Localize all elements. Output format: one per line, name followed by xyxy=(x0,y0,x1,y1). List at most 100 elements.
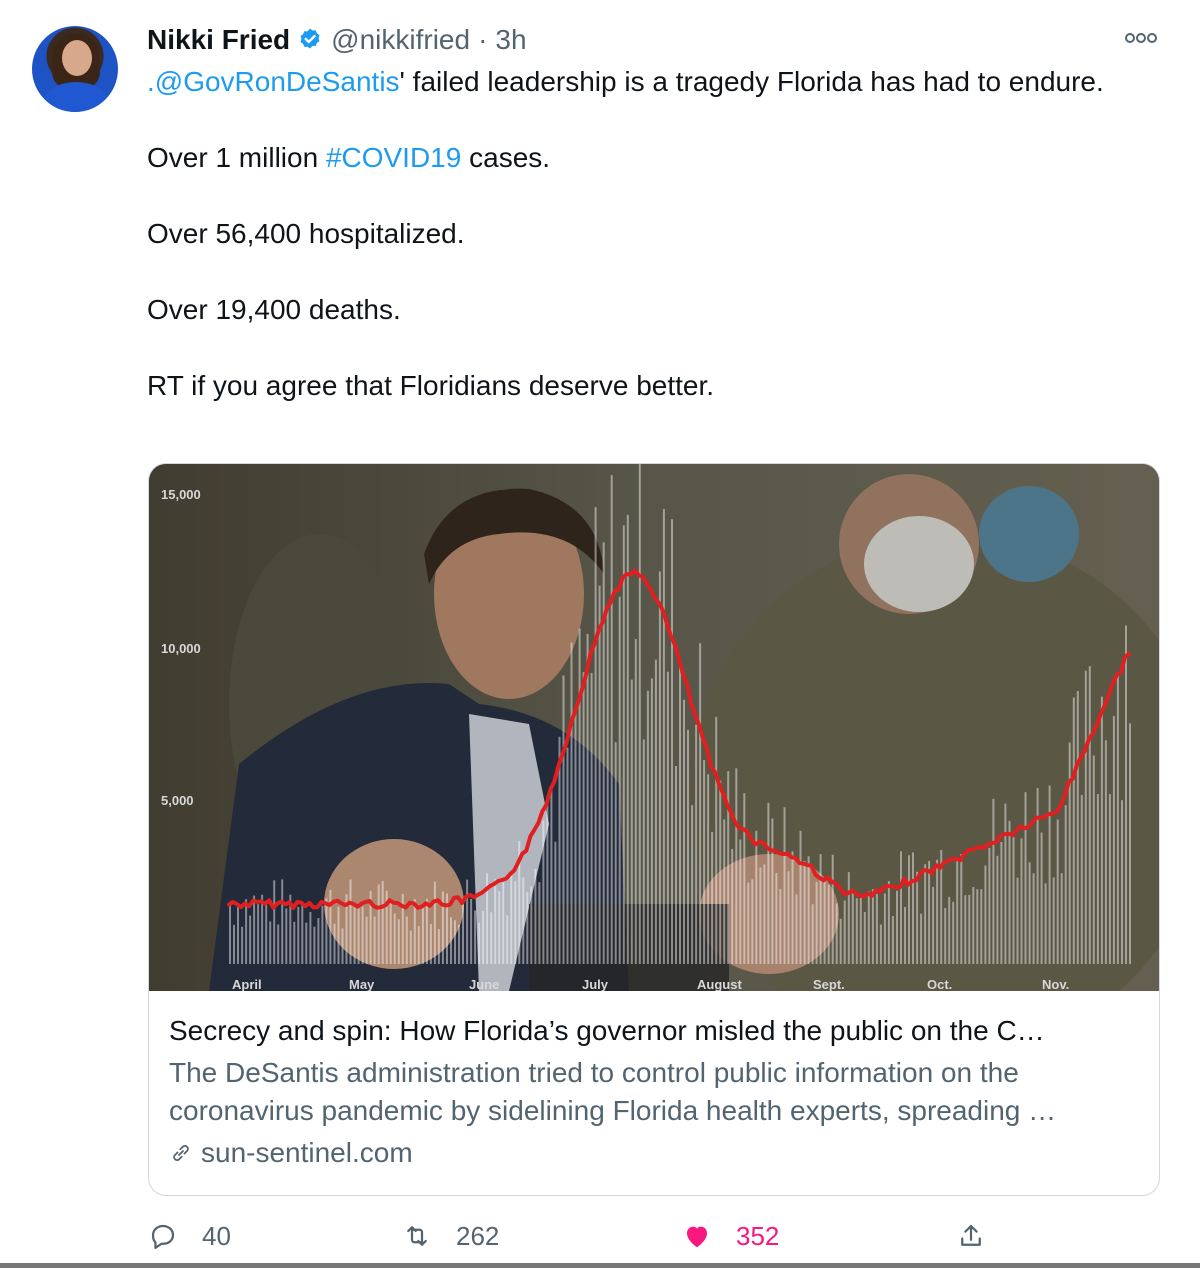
y-label-15000: 15,000 xyxy=(161,487,201,502)
chart-bar xyxy=(301,901,304,964)
chart-bar xyxy=(265,900,268,964)
chart-bar xyxy=(321,905,324,964)
chart-bar xyxy=(1008,820,1011,964)
link-card[interactable]: 15,000 10,000 5,000 April May June July … xyxy=(148,463,1160,1196)
chart-bar xyxy=(855,898,858,964)
display-name[interactable]: Nikki Fried xyxy=(147,24,290,56)
like-button[interactable]: 352 xyxy=(682,1210,779,1262)
tweet-line-2-prefix: Over 1 million xyxy=(147,142,326,173)
chart-bar xyxy=(450,917,452,964)
chart-bar xyxy=(1032,873,1035,964)
chart-bar xyxy=(924,864,927,964)
chart-bar xyxy=(932,886,935,964)
chart-bar xyxy=(827,884,830,964)
chart-bar xyxy=(534,868,537,964)
chart-bar xyxy=(1028,862,1031,964)
chart-bar xyxy=(498,891,501,964)
avatar-body xyxy=(44,82,108,112)
chart-bar xyxy=(325,898,328,964)
chart-bar xyxy=(879,924,882,964)
chart-bar xyxy=(779,888,782,964)
mention-link[interactable]: .@GovRonDeSantis xyxy=(147,66,400,97)
chart-bar xyxy=(675,766,677,964)
tweet-line-4: Over 19,400 deaths. xyxy=(147,294,401,325)
chart-bar xyxy=(948,896,951,964)
chart-bar xyxy=(871,889,874,964)
tweet[interactable]: Nikki Fried @nikkifried · 3h .@GovRonDeS… xyxy=(0,0,1200,1268)
chart-bar xyxy=(1076,691,1079,964)
chart-bar xyxy=(630,679,633,964)
chart-bar xyxy=(458,924,460,964)
retweet-button[interactable]: 262 xyxy=(402,1210,499,1262)
chart-bar xyxy=(285,908,288,964)
chart-bar xyxy=(642,739,645,964)
chart-bar xyxy=(353,907,356,964)
tweet-line-5: RT if you agree that Floridians deserve … xyxy=(147,370,715,401)
chart-bar xyxy=(847,872,850,964)
more-icon[interactable] xyxy=(1124,28,1158,48)
chart-bar xyxy=(687,729,689,964)
chart-bar xyxy=(658,571,661,964)
chart-bar xyxy=(791,851,794,964)
chart-bar xyxy=(944,907,947,964)
chart-bar xyxy=(361,906,364,964)
chart-bar xyxy=(654,659,657,964)
chart-bar xyxy=(751,879,754,964)
chart-bar xyxy=(470,898,473,964)
chart-bar xyxy=(867,891,870,964)
chart-bar xyxy=(1052,877,1055,964)
chart-bar xyxy=(249,915,252,964)
card-title[interactable]: Secrecy and spin: How Florida’s governor… xyxy=(169,1012,1139,1050)
chart-bar xyxy=(900,851,902,964)
card-body[interactable]: Secrecy and spin: How Florida’s governor… xyxy=(169,1012,1139,1172)
chart-bar xyxy=(257,904,260,964)
chart-bar xyxy=(928,860,931,964)
chart-bar xyxy=(968,894,971,964)
timestamp[interactable]: 3h xyxy=(495,24,526,56)
chart-bar xyxy=(936,859,939,964)
chart-bar xyxy=(281,879,284,964)
chart-bar xyxy=(602,542,605,964)
chart-bar xyxy=(409,930,412,964)
avatar[interactable] xyxy=(32,26,118,112)
chart-bar xyxy=(980,889,983,964)
card-image[interactable]: 15,000 10,000 5,000 April May June July … xyxy=(149,464,1159,991)
chart-bar xyxy=(851,891,854,964)
chart-bar xyxy=(759,867,762,964)
chart-bar xyxy=(389,901,392,964)
chart-bar xyxy=(843,900,846,964)
chart-bar xyxy=(662,509,665,964)
chart-bar xyxy=(233,924,235,964)
chart-bar xyxy=(546,795,549,964)
chart-bar xyxy=(699,643,702,964)
chart-bar xyxy=(293,921,296,964)
chart-bar xyxy=(365,916,368,964)
share-icon xyxy=(961,1224,981,1246)
chart-bar xyxy=(309,912,312,964)
chart-bar xyxy=(550,785,553,964)
like-count: 352 xyxy=(736,1220,780,1251)
chart-bar xyxy=(739,839,742,964)
chart-bar xyxy=(305,922,308,964)
chart-bar xyxy=(1056,819,1059,964)
chart-bar xyxy=(904,907,906,964)
x-label-june: June xyxy=(469,977,499,991)
reply-button[interactable]: 40 xyxy=(148,1210,231,1262)
chart-bar xyxy=(478,922,481,964)
share-button[interactable] xyxy=(956,1210,1010,1262)
chart-bar xyxy=(622,525,625,964)
chart-bar xyxy=(1036,788,1039,964)
chart-bar xyxy=(823,881,826,964)
tweet-text: .@GovRonDeSantis' failed leadership is a… xyxy=(147,63,1117,405)
chart-bar xyxy=(984,865,987,964)
chart-bar xyxy=(297,906,300,964)
chart-bar xyxy=(896,890,898,964)
x-label-july: July xyxy=(582,977,609,991)
chart-bar xyxy=(723,819,726,964)
chart-bar xyxy=(731,849,734,964)
chart-bar xyxy=(538,882,541,964)
hashtag-link[interactable]: #COVID19 xyxy=(326,142,461,173)
chart-bar xyxy=(522,877,525,964)
chart-bar xyxy=(1125,625,1127,964)
handle[interactable]: @nikkifried xyxy=(331,24,470,56)
